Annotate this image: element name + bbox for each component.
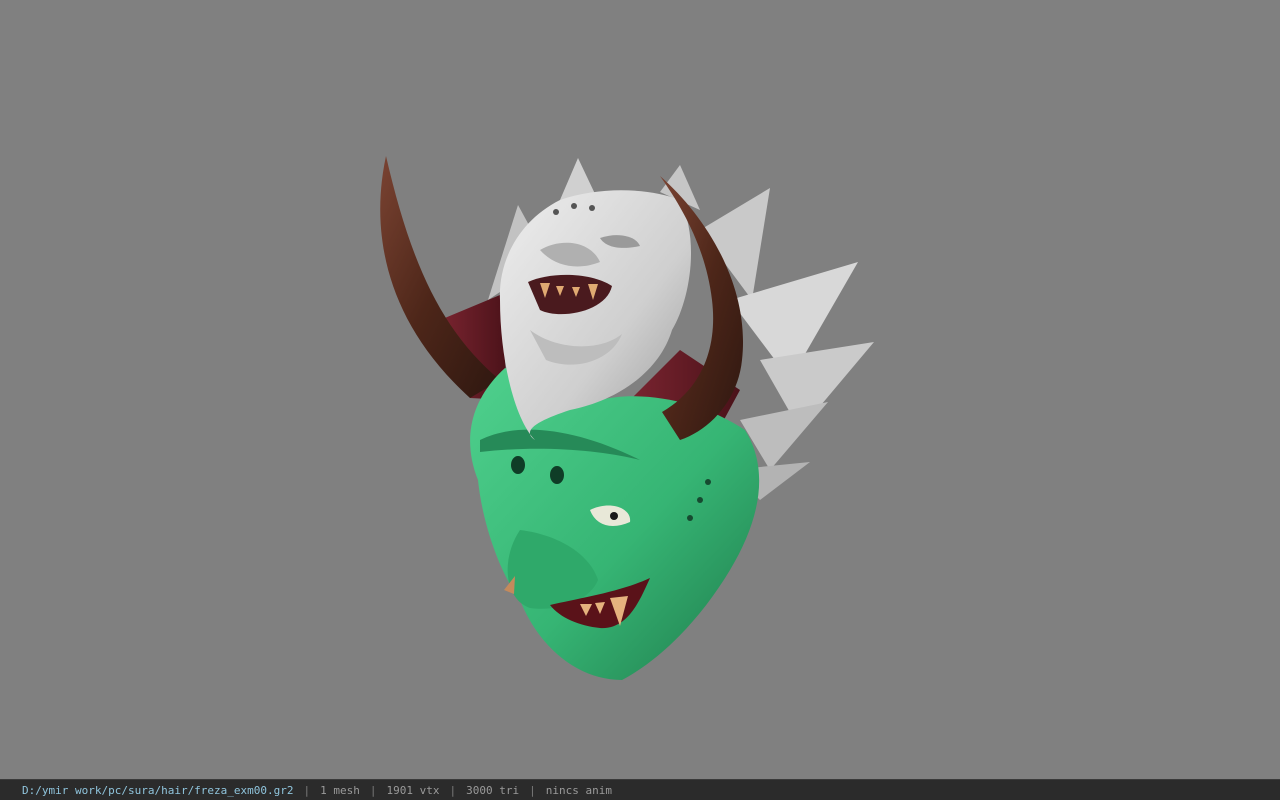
vertex-count-label: 1901 vtx <box>386 783 440 797</box>
mesh-count-label: 1 mesh <box>320 783 360 797</box>
status-separator: | <box>529 783 536 797</box>
anim-status-label: nincs anim <box>545 783 612 797</box>
status-bar: D:/ymir work/pc/sura/hair/freza_exm00.gr… <box>0 779 1280 800</box>
status-separator: | <box>449 783 457 797</box>
status-separator: | <box>303 783 311 797</box>
triangle-count-label: 3000 tri <box>466 783 520 797</box>
file-path-label: D:/ymir work/pc/sura/hair/freza_exm00.gr… <box>22 783 294 797</box>
status-separator: | <box>369 783 377 797</box>
3d-viewport[interactable] <box>0 0 1280 779</box>
model-render <box>380 156 874 680</box>
